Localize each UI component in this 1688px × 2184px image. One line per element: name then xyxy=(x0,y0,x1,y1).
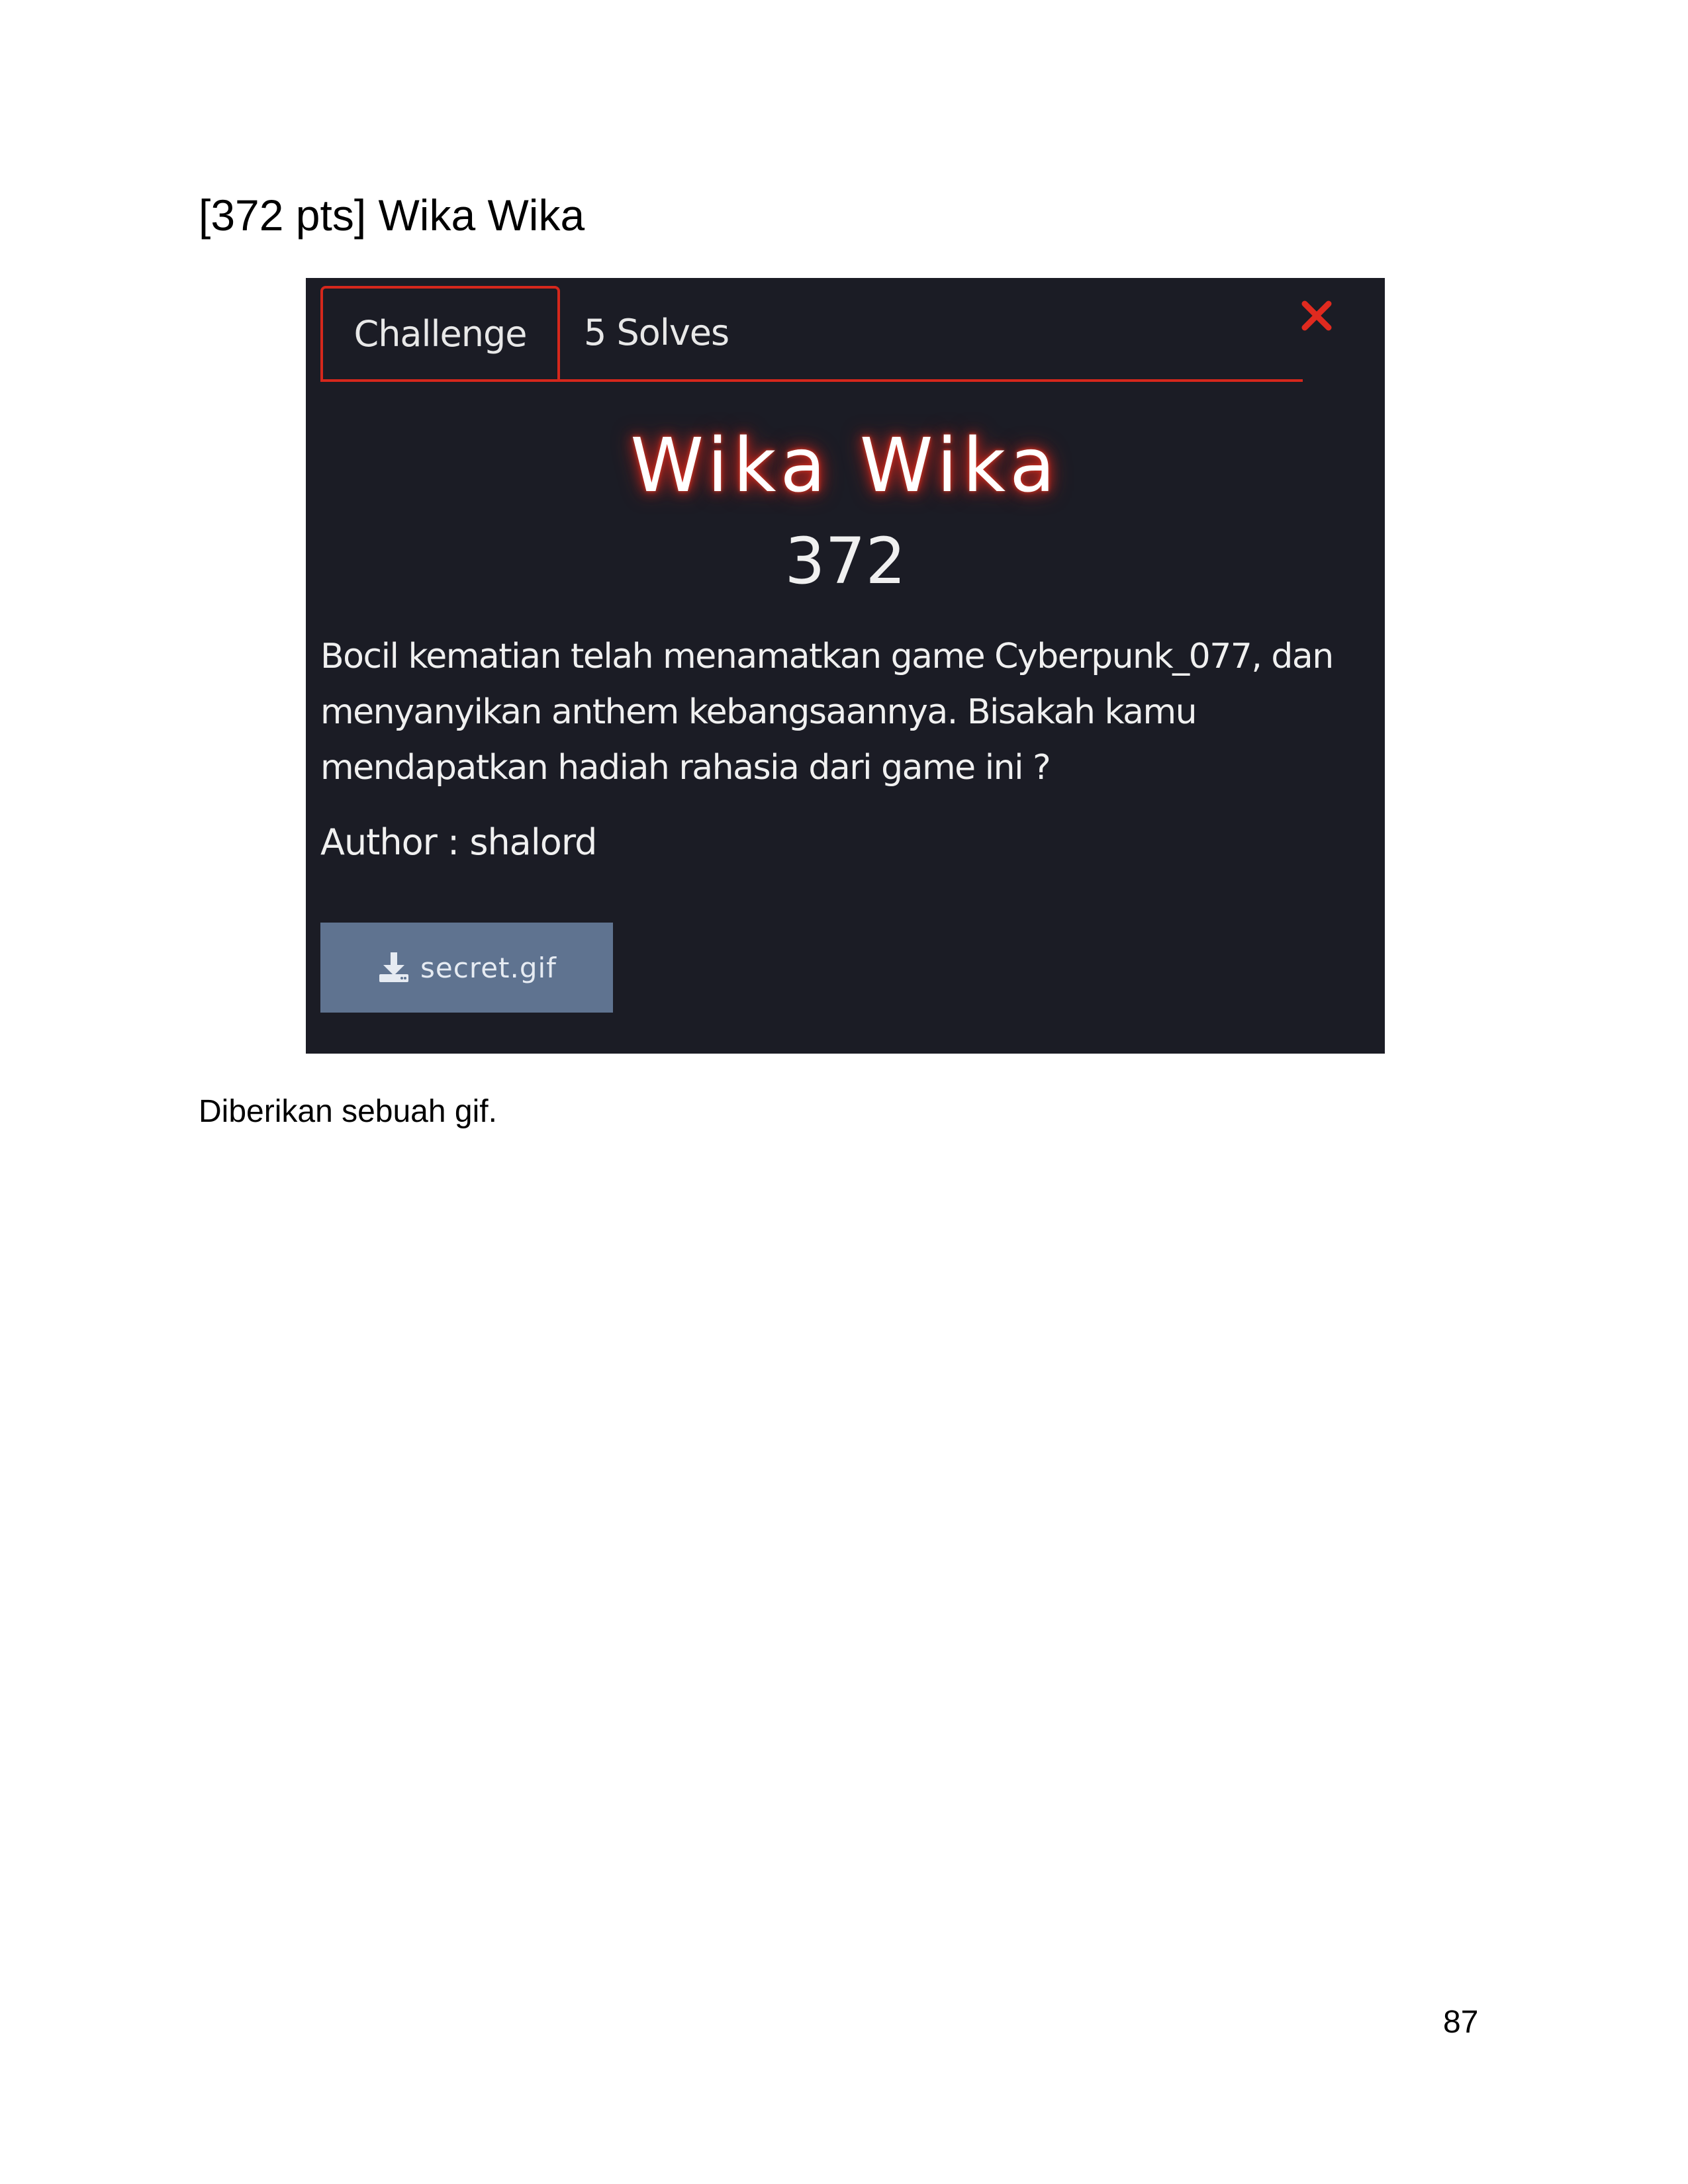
challenge-points: 372 xyxy=(784,524,906,598)
challenge-title: Wika Wika xyxy=(630,423,1060,509)
challenge-modal-screenshot: Challenge 5 Solves Wika Wika 372 Bocil k… xyxy=(306,278,1385,1054)
close-x-icon[interactable] xyxy=(1299,298,1335,334)
document-caption: Diberikan sebuah gif. xyxy=(199,1094,497,1129)
page-number: 87 xyxy=(1443,2005,1479,2040)
download-file-label: secret.gif xyxy=(420,951,557,984)
challenge-author: Author : shalord xyxy=(320,821,597,863)
document-heading: [372 pts] Wika Wika xyxy=(199,191,585,240)
tab-bar: Challenge 5 Solves xyxy=(320,286,1303,382)
tab-challenge[interactable]: Challenge xyxy=(320,286,560,379)
download-icon xyxy=(377,950,411,985)
download-file-button[interactable]: secret.gif xyxy=(320,923,613,1013)
challenge-description: Bocil kematian telah menamatkan game Cyb… xyxy=(320,637,1334,788)
tab-solves[interactable]: 5 Solves xyxy=(584,286,729,379)
